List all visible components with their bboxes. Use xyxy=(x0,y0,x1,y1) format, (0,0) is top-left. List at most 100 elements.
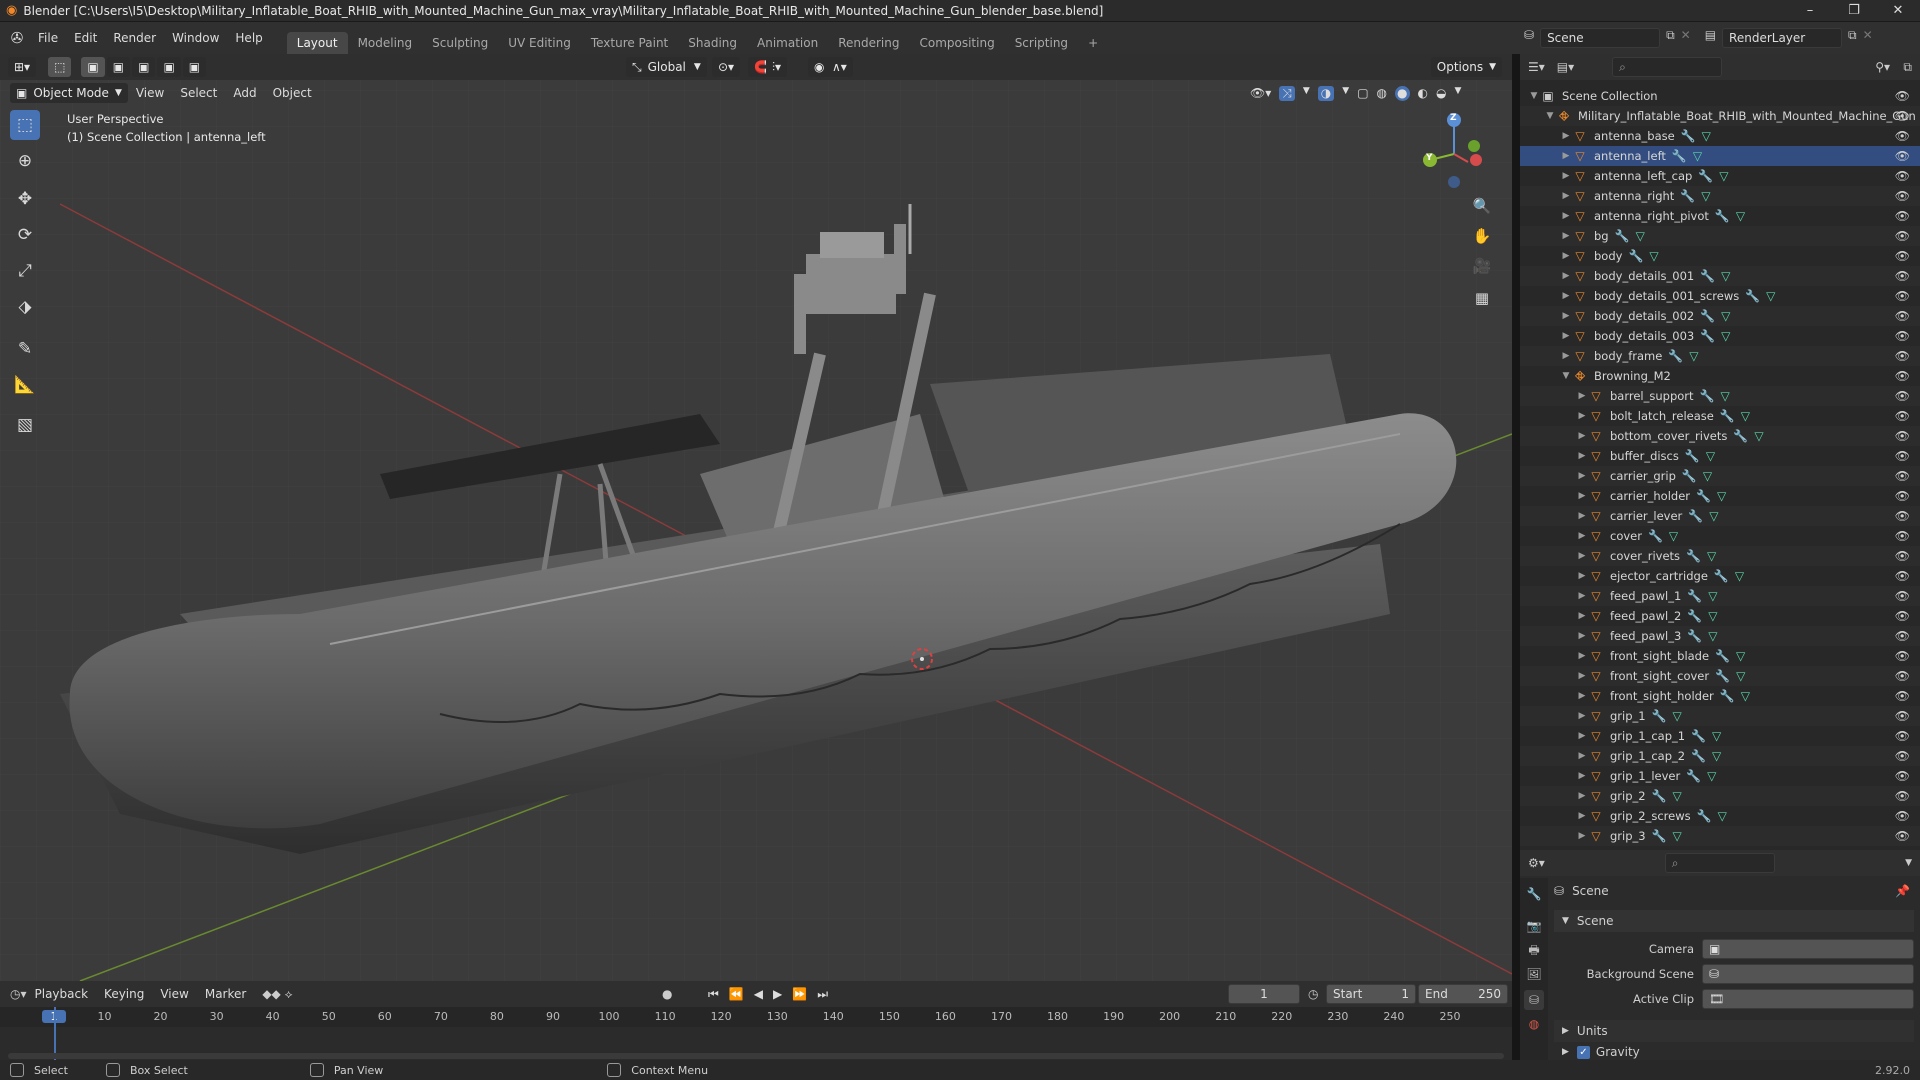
modifier-icon[interactable]: 🔧 xyxy=(1691,729,1706,743)
modifier-icon[interactable]: 🔧 xyxy=(1672,149,1687,163)
viewport-menu-view[interactable]: View xyxy=(128,80,172,106)
outliner-item[interactable]: ▶ ▽ cover 🔧 ▽ 👁 xyxy=(1520,526,1920,546)
add-cube-icon[interactable]: ▧ xyxy=(10,410,40,440)
mesh-data-icon[interactable]: ▽ xyxy=(1735,569,1744,583)
outliner-item[interactable]: ▶ ▽ antenna_right_pivot 🔧 ▽ 👁 xyxy=(1520,206,1920,226)
visibility-eye-icon[interactable]: 👁 xyxy=(1895,549,1910,563)
outliner-search-input[interactable]: ⌕ xyxy=(1612,57,1723,77)
mesh-data-icon[interactable]: ▽ xyxy=(1717,489,1726,503)
solid-shading-icon[interactable]: ● xyxy=(1395,85,1410,101)
modifier-icon[interactable]: 🔧 xyxy=(1700,329,1715,343)
expand-right-icon[interactable]: ▶ xyxy=(1576,811,1588,821)
chevron-down-icon[interactable]: ▼ xyxy=(1905,858,1912,868)
expand-right-icon[interactable]: ▶ xyxy=(1576,711,1588,721)
outliner-item[interactable]: ▶ ▽ grip_2 🔧 ▽ 👁 xyxy=(1520,786,1920,806)
outliner-scene-collection[interactable]: ▼ ▣ Scene Collection 👁 xyxy=(1520,86,1920,106)
outliner-item[interactable]: ▶ ▽ buffer_discs 🔧 ▽ 👁 xyxy=(1520,446,1920,466)
visibility-eye-icon[interactable]: 👁 xyxy=(1895,209,1910,223)
tab-texture-paint[interactable]: Texture Paint xyxy=(581,32,678,54)
outliner-item[interactable]: ▶ ▽ antenna_base 🔧 ▽ 👁 xyxy=(1520,126,1920,146)
new-scene-icon[interactable]: ⧉ xyxy=(1666,28,1675,48)
expand-right-icon[interactable]: ▶ xyxy=(1560,271,1572,281)
visibility-eye-icon[interactable]: 👁 xyxy=(1895,289,1910,303)
mesh-data-icon[interactable]: ▽ xyxy=(1712,729,1721,743)
expand-right-icon[interactable]: ▶ xyxy=(1576,771,1588,781)
visibility-eye-icon[interactable]: 👁 xyxy=(1895,529,1910,543)
visibility-eye-icon[interactable]: 👁 xyxy=(1895,829,1910,843)
play-icon[interactable]: ▶ xyxy=(773,987,782,1002)
modifier-icon[interactable]: 🔧 xyxy=(1648,529,1663,543)
overlay-toggle-icon[interactable]: ◑ xyxy=(1317,85,1335,101)
gravity-panel-header[interactable]: ▶ ✓ Gravity xyxy=(1554,1044,1914,1060)
modifier-icon[interactable]: 🔧 xyxy=(1715,669,1730,683)
tool-tab-icon[interactable]: 🔧 xyxy=(1524,884,1544,904)
expand-right-icon[interactable]: ▶ xyxy=(1576,751,1588,761)
outliner-item[interactable]: ▶ ▽ front_sight_blade 🔧 ▽ 👁 xyxy=(1520,646,1920,666)
mesh-data-icon[interactable]: ▽ xyxy=(1719,169,1728,183)
expand-right-icon[interactable]: ▶ xyxy=(1560,211,1572,221)
expand-right-icon[interactable]: ▶ xyxy=(1576,491,1588,501)
output-tab-icon[interactable]: 🖶 xyxy=(1524,940,1544,960)
outliner-item[interactable]: ▶ ▽ body_details_001 🔧 ▽ 👁 xyxy=(1520,266,1920,286)
timeline-menu-keying[interactable]: Keying xyxy=(96,981,152,1007)
outliner-item[interactable]: ▶ ▽ carrier_lever 🔧 ▽ 👁 xyxy=(1520,506,1920,526)
mesh-data-icon[interactable]: ▽ xyxy=(1720,389,1729,403)
units-panel-header[interactable]: ▶ Units xyxy=(1554,1020,1914,1042)
start-frame-field[interactable]: Start 1 xyxy=(1326,984,1416,1004)
tab-layout[interactable]: Layout xyxy=(286,32,348,54)
modifier-icon[interactable]: 🔧 xyxy=(1698,169,1713,183)
visibility-eye-icon[interactable]: 👁 xyxy=(1895,769,1910,783)
visibility-eye-icon[interactable]: 👁 xyxy=(1895,749,1910,763)
mesh-data-icon[interactable]: ▽ xyxy=(1701,189,1710,203)
visibility-eye-icon[interactable]: 👁 xyxy=(1895,229,1910,243)
delete-scene-icon[interactable]: ✕ xyxy=(1681,28,1691,48)
filter-icon[interactable]: ⚲▾ xyxy=(1875,60,1890,74)
outliner-item[interactable]: ▶ ▽ feed_pawl_2 🔧 ▽ 👁 xyxy=(1520,606,1920,626)
outliner-item[interactable]: ▼ ⛗ Browning_M2 👁 xyxy=(1520,366,1920,386)
modifier-icon[interactable]: 🔧 xyxy=(1720,409,1735,423)
mesh-data-icon[interactable]: ▽ xyxy=(1703,469,1712,483)
modifier-icon[interactable]: 🔧 xyxy=(1652,789,1667,803)
expand-right-icon[interactable]: ▶ xyxy=(1576,651,1588,661)
render-tab-icon[interactable]: 📷 xyxy=(1524,916,1544,936)
modifier-icon[interactable]: 🔧 xyxy=(1720,689,1735,703)
outliner-item[interactable]: ▶ ▽ ejector_cartridge 🔧 ▽ 👁 xyxy=(1520,566,1920,586)
outliner-item[interactable]: ▶ ▽ grip_1_cap_2 🔧 ▽ 👁 xyxy=(1520,746,1920,766)
expand-right-icon[interactable]: ▶ xyxy=(1576,471,1588,481)
timeline-scrollbar[interactable] xyxy=(8,1053,1504,1059)
expand-right-icon[interactable]: ▶ xyxy=(1560,171,1572,181)
modifier-icon[interactable]: 🔧 xyxy=(1696,489,1711,503)
mesh-data-icon[interactable]: ▽ xyxy=(1636,229,1645,243)
expand-right-icon[interactable]: ▶ xyxy=(1576,671,1588,681)
visibility-eye-icon[interactable]: 👁 xyxy=(1895,149,1910,163)
object-mode-dropdown[interactable]: ▣ Object Mode ▼ xyxy=(10,83,128,103)
outliner-root-object[interactable]: ▼ ⛗ Military_Inflatable_Boat_RHIB_with_Mou… xyxy=(1520,106,1920,126)
outliner-editor-type-icon[interactable]: ☰▾ xyxy=(1528,60,1545,74)
mesh-data-icon[interactable]: ▽ xyxy=(1707,769,1716,783)
outliner-item[interactable]: ▶ ▽ grip_1_lever 🔧 ▽ 👁 xyxy=(1520,766,1920,786)
area-divider[interactable] xyxy=(1512,54,1520,1060)
modifier-icon[interactable]: 🔧 xyxy=(1687,589,1702,603)
modifier-icon[interactable]: 🔧 xyxy=(1688,509,1703,523)
rotate-icon[interactable]: ⟳ xyxy=(10,220,40,250)
editor-type-button[interactable]: ⊞▾ xyxy=(8,57,37,77)
expand-right-icon[interactable]: ▶ xyxy=(1576,611,1588,621)
delete-layer-icon[interactable]: ✕ xyxy=(1863,28,1873,48)
mesh-data-icon[interactable]: ▽ xyxy=(1766,289,1775,303)
modifier-icon[interactable]: 🔧 xyxy=(1686,769,1701,783)
transform-icon[interactable]: ⬗ xyxy=(10,292,40,322)
close-button[interactable]: ✕ xyxy=(1876,0,1920,22)
expand-right-icon[interactable]: ▶ xyxy=(1576,691,1588,701)
mesh-data-icon[interactable]: ▽ xyxy=(1673,789,1682,803)
tab-modeling[interactable]: Modeling xyxy=(348,32,423,54)
mesh-data-icon[interactable]: ▽ xyxy=(1706,449,1715,463)
expand-down-icon[interactable]: ▼ xyxy=(1544,111,1556,121)
expand-down-icon[interactable]: ▼ xyxy=(1560,371,1572,381)
menu-help[interactable]: Help xyxy=(227,22,270,54)
outliner-item[interactable]: ▶ ▽ bottom_cover_rivets 🔧 ▽ 👁 xyxy=(1520,426,1920,446)
mesh-data-icon[interactable]: ▽ xyxy=(1708,629,1717,643)
visibility-eye-icon[interactable]: 👁 xyxy=(1895,369,1910,383)
mesh-data-icon[interactable]: ▽ xyxy=(1669,529,1678,543)
outliner-item[interactable]: ▶ ▽ bg 🔧 ▽ 👁 xyxy=(1520,226,1920,246)
modifier-icon[interactable]: 🔧 xyxy=(1700,269,1715,283)
